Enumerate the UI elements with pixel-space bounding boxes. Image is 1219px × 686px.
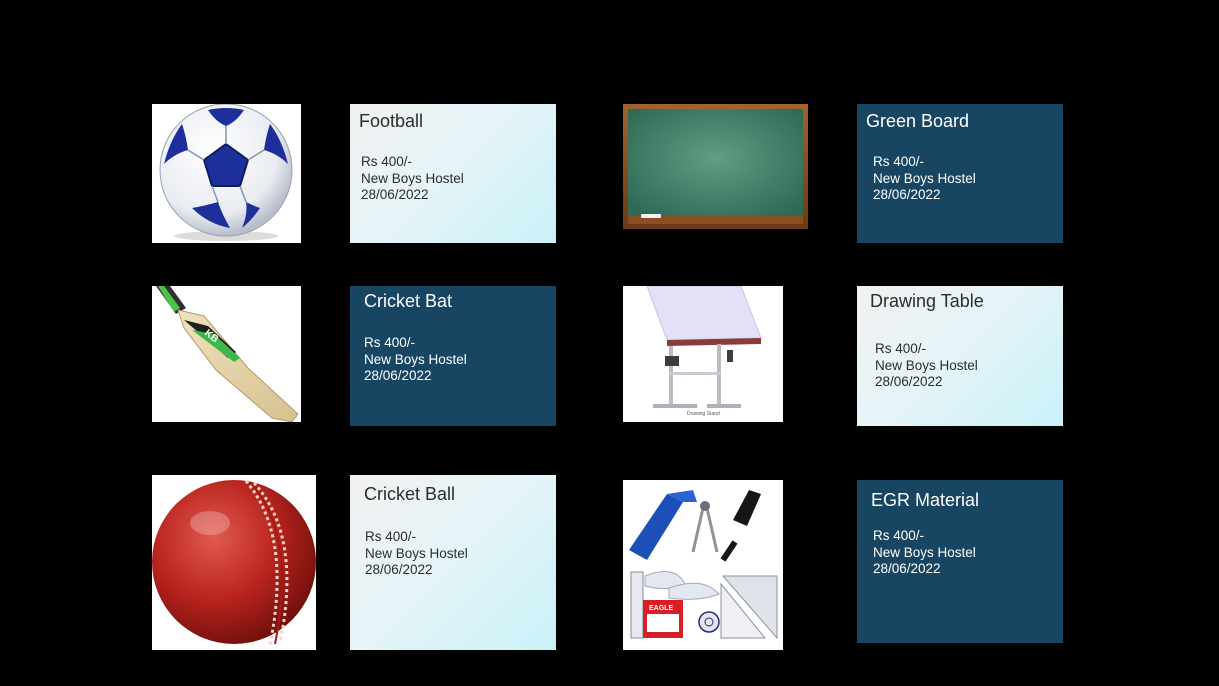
item-location: New Boys Hostel: [873, 544, 976, 560]
eagle-caption: EAGLE: [649, 605, 673, 612]
item-date: 28/06/2022: [361, 187, 429, 202]
item-price: Rs 400/-: [873, 528, 925, 543]
drawing-table-image[interactable]: Drawing Stand: [623, 286, 783, 422]
item-location: New Boys Hostel: [873, 170, 976, 186]
drawing-stand-caption: Drawing Stand: [687, 411, 720, 417]
item-card-green-board[interactable]: Green Board Rs 400/- New Boys Hostel 28/…: [857, 104, 1063, 243]
item-price: Rs 400/-: [365, 529, 417, 544]
item-location: New Boys Hostel: [364, 351, 467, 367]
item-title: Cricket Ball: [364, 484, 456, 504]
item-card-egr-material[interactable]: EGR Material Rs 400/- New Boys Hostel 28…: [857, 480, 1063, 643]
green-board-image[interactable]: [623, 104, 808, 229]
item-price: Rs 400/-: [364, 335, 416, 350]
item-date: 28/06/2022: [364, 368, 432, 383]
item-price: Rs 400/-: [875, 341, 927, 356]
item-card-cricket-bat[interactable]: Cricket Bat Rs 400/- New Boys Hostel 28/…: [350, 286, 556, 426]
item-date: 28/06/2022: [365, 562, 433, 577]
item-date: 28/06/2022: [873, 561, 941, 576]
item-card-football[interactable]: Football Rs 400/- New Boys Hostel 28/06/…: [350, 104, 556, 243]
item-card-drawing-table[interactable]: Drawing Table Rs 400/- New Boys Hostel 2…: [857, 286, 1063, 426]
item-title: Green Board: [866, 111, 970, 131]
item-location: New Boys Hostel: [365, 545, 468, 561]
item-title: Drawing Table: [870, 291, 984, 311]
item-date: 28/06/2022: [873, 187, 941, 202]
cricket-bat-image[interactable]: KB: [152, 286, 301, 422]
cricket-ball-image[interactable]: [152, 475, 316, 650]
item-price: Rs 400/-: [361, 154, 413, 169]
item-card-cricket-ball[interactable]: Cricket Ball Rs 400/- New Boys Hostel 28…: [350, 475, 556, 650]
item-price: Rs 400/-: [873, 154, 925, 169]
item-location: New Boys Hostel: [875, 357, 978, 373]
item-location: New Boys Hostel: [361, 170, 464, 186]
item-title: EGR Material: [871, 490, 980, 510]
football-image[interactable]: [152, 104, 301, 243]
item-title: Football: [359, 111, 424, 131]
item-date: 28/06/2022: [875, 374, 943, 389]
item-title: Cricket Bat: [364, 291, 453, 311]
egr-material-image[interactable]: EAGLE: [623, 480, 783, 650]
